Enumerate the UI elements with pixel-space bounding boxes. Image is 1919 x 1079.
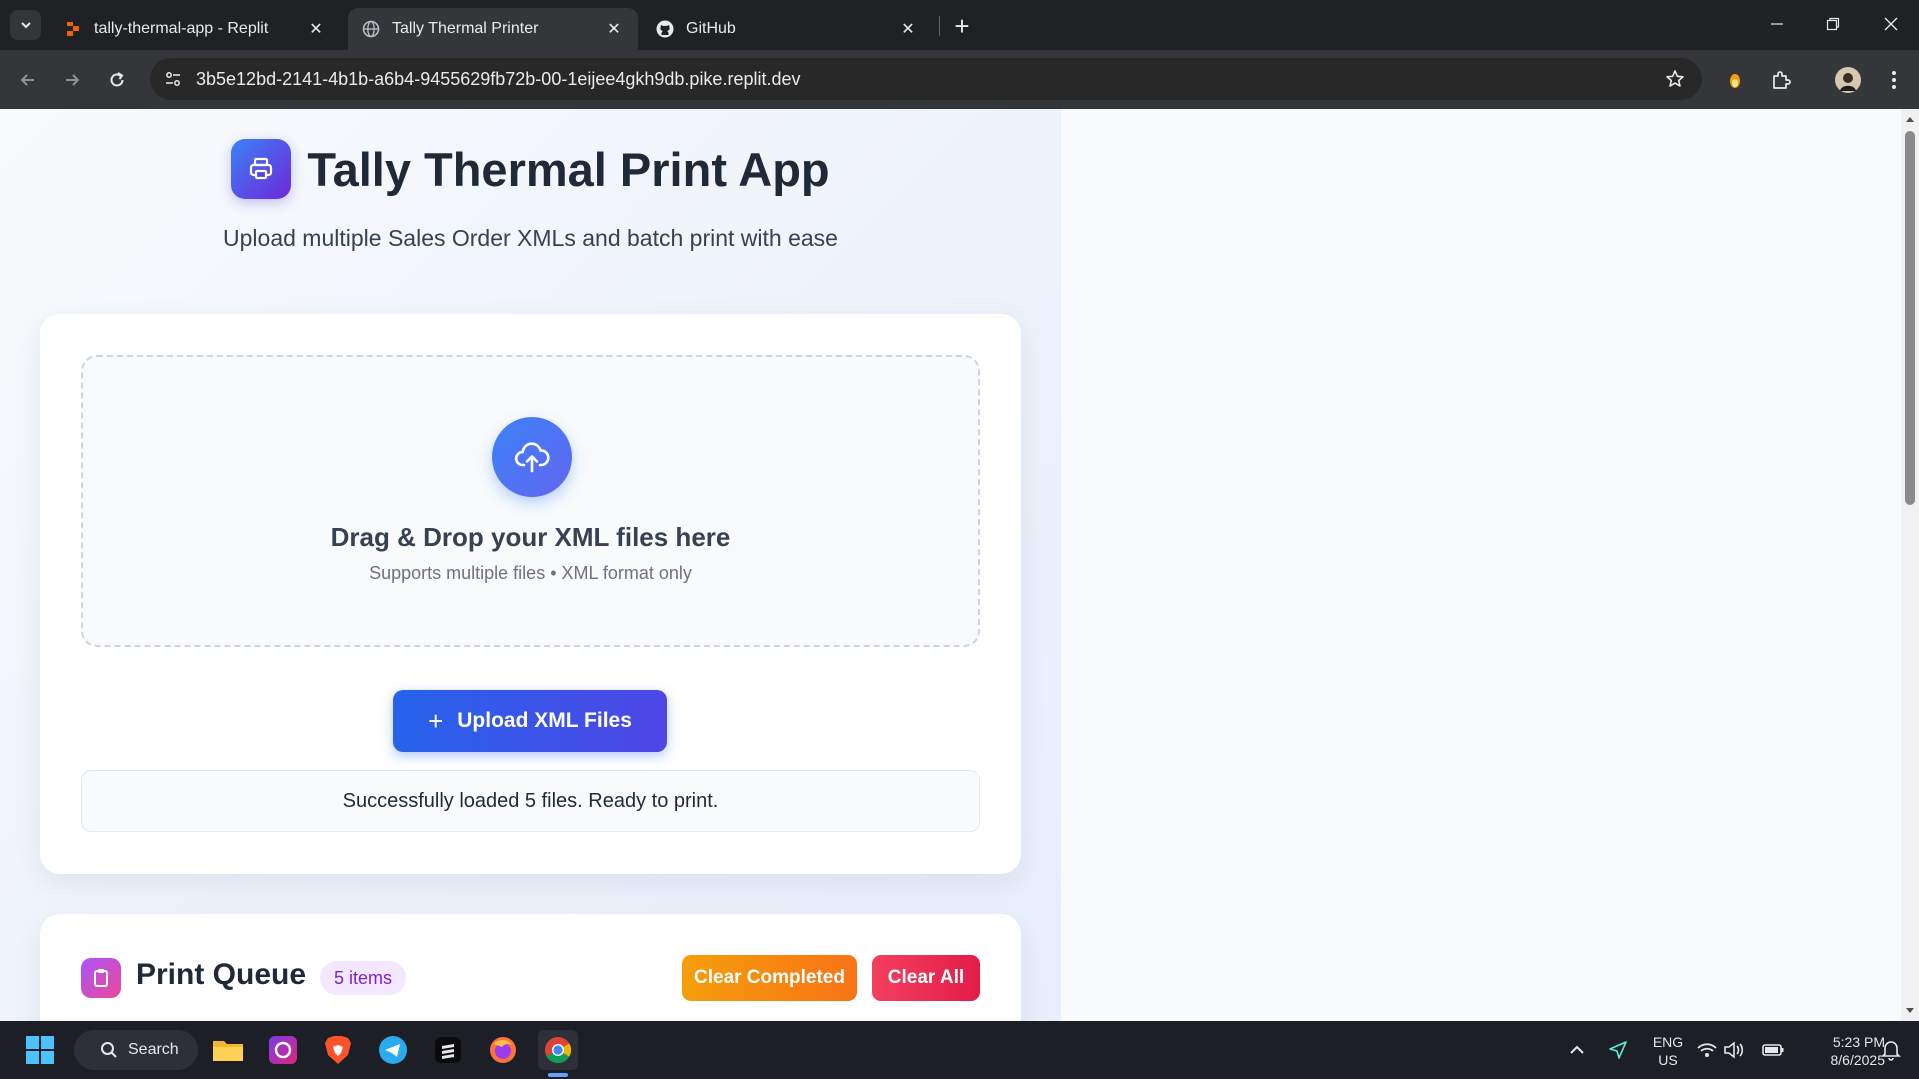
search-label: Search bbox=[128, 1041, 179, 1058]
globe-icon bbox=[362, 20, 380, 38]
browser-toolbar: 3b5e12bd-2141-4b1b-a6b4-9455629fb72b-00-… bbox=[0, 50, 1919, 109]
close-icon bbox=[1884, 17, 1898, 31]
bookmark-star-icon[interactable] bbox=[1662, 66, 1688, 92]
menu-kebab-icon[interactable] bbox=[1878, 64, 1910, 96]
new-tab-button[interactable]: + bbox=[948, 11, 976, 41]
clear-all-button[interactable]: Clear All bbox=[872, 955, 980, 1001]
extension-icon[interactable] bbox=[1719, 64, 1751, 96]
close-icon[interactable]: ✕ bbox=[306, 19, 326, 39]
file-dropzone[interactable]: Drag & Drop your XML files here Supports… bbox=[81, 355, 980, 647]
profile-avatar[interactable] bbox=[1832, 64, 1864, 96]
windows-start-icon[interactable] bbox=[20, 1030, 60, 1070]
firefox-icon[interactable] bbox=[483, 1030, 523, 1070]
chevron-down-icon bbox=[20, 22, 31, 29]
reload-icon bbox=[110, 72, 124, 87]
battery-icon[interactable] bbox=[1760, 1030, 1786, 1070]
status-message: Successfully loaded 5 files. Ready to pr… bbox=[81, 770, 980, 832]
active-app-indicator bbox=[548, 1073, 568, 1077]
tab-title: GitHub bbox=[686, 20, 736, 37]
language-code: ENG bbox=[1652, 1034, 1684, 1050]
close-icon[interactable]: ✕ bbox=[604, 19, 624, 39]
cli-app-icon[interactable] bbox=[428, 1030, 468, 1070]
minimize-button[interactable] bbox=[1754, 6, 1800, 42]
restore-button[interactable] bbox=[1810, 6, 1856, 42]
tab-tally-thermal-printer[interactable]: Tally Thermal Printer ✕ bbox=[348, 8, 638, 50]
brave-browser-icon[interactable] bbox=[318, 1030, 358, 1070]
chrome-icon[interactable] bbox=[538, 1030, 578, 1070]
queue-count-badge: 5 items bbox=[320, 961, 407, 995]
url-text[interactable]: 3b5e12bd-2141-4b1b-a6b4-9455629fb72b-00-… bbox=[196, 69, 801, 90]
page-subtitle: Upload multiple Sales Order XMLs and bat… bbox=[223, 225, 838, 251]
dropzone-subtitle: Supports multiple files • XML format onl… bbox=[369, 563, 692, 583]
tab-title: Tally Thermal Printer bbox=[392, 20, 539, 37]
system-clock[interactable]: 5:23 PM 8/6/2025 bbox=[1795, 1033, 1886, 1069]
clipboard-icon bbox=[81, 958, 121, 998]
page-viewport: Tally Thermal Print App Upload multiple … bbox=[0, 109, 1901, 1021]
minimize-icon bbox=[1771, 23, 1783, 25]
scroll-down-icon[interactable] bbox=[1905, 1006, 1915, 1016]
arrow-left-icon bbox=[20, 74, 34, 86]
page-scrollbar[interactable] bbox=[1901, 109, 1919, 1021]
tab-github[interactable]: GitHub ✕ bbox=[642, 8, 932, 50]
reload-button[interactable] bbox=[101, 64, 133, 96]
scrollbar-thumb[interactable] bbox=[1905, 131, 1915, 505]
file-explorer-icon[interactable] bbox=[208, 1030, 248, 1070]
back-button[interactable] bbox=[12, 64, 44, 96]
clock-time: 5:23 PM bbox=[1832, 1034, 1885, 1050]
replit-icon bbox=[64, 20, 82, 38]
print-queue-card: Print Queue 5 items Clear Completed Clea… bbox=[40, 914, 1021, 1021]
cloud-upload-icon bbox=[492, 417, 572, 497]
queue-title: Print Queue bbox=[136, 958, 307, 991]
restore-icon bbox=[1826, 17, 1840, 31]
upload-card: Drag & Drop your XML files here Supports… bbox=[40, 314, 1021, 874]
browser-tab-strip: tally-thermal-app - Replit ✕ Tally Therm… bbox=[0, 0, 1919, 50]
close-icon[interactable]: ✕ bbox=[898, 19, 918, 39]
clear-completed-button[interactable]: Clear Completed bbox=[682, 955, 857, 1001]
chevron-up-icon[interactable] bbox=[1557, 1030, 1597, 1070]
language-indicator[interactable]: ENG US bbox=[1646, 1033, 1690, 1069]
region-code: US bbox=[1658, 1052, 1678, 1068]
close-window-button[interactable] bbox=[1868, 6, 1914, 42]
volume-icon[interactable] bbox=[1721, 1030, 1747, 1070]
telegram-icon[interactable] bbox=[373, 1030, 413, 1070]
tab-separator bbox=[939, 16, 940, 36]
site-info-icon[interactable] bbox=[160, 66, 186, 92]
printer-logo-icon bbox=[231, 139, 292, 199]
tab-search-button[interactable] bbox=[10, 10, 41, 40]
wifi-icon[interactable] bbox=[1694, 1030, 1720, 1070]
tab-replit[interactable]: tally-thermal-app - Replit ✕ bbox=[50, 8, 340, 50]
plus-icon: + bbox=[428, 705, 444, 736]
page-title: Tally Thermal Print App bbox=[307, 142, 830, 196]
app-launcher-icon[interactable] bbox=[263, 1030, 303, 1070]
location-arrow-icon[interactable] bbox=[1598, 1030, 1638, 1070]
app-container: Tally Thermal Print App Upload multiple … bbox=[0, 109, 1061, 1021]
clock-date: 8/6/2025 bbox=[1830, 1052, 1886, 1068]
app-header: Tally Thermal Print App Upload multiple … bbox=[0, 139, 1061, 252]
notification-bell-icon[interactable] bbox=[1876, 1030, 1906, 1070]
search-icon bbox=[101, 1042, 117, 1058]
upload-button-label: Upload XML Files bbox=[457, 709, 632, 732]
forward-button[interactable] bbox=[56, 64, 88, 96]
taskbar-search[interactable]: Search bbox=[74, 1030, 198, 1070]
dropzone-title: Drag & Drop your XML files here bbox=[330, 522, 731, 552]
scroll-up-icon[interactable] bbox=[1905, 114, 1915, 124]
github-icon bbox=[656, 20, 674, 38]
arrow-right-icon bbox=[66, 74, 80, 86]
windows-taskbar: Search ENG US 5:23 PM 8/6/2025 bbox=[0, 1021, 1919, 1079]
extensions-puzzle-icon[interactable] bbox=[1765, 64, 1797, 96]
tab-title: tally-thermal-app - Replit bbox=[94, 20, 269, 37]
address-bar[interactable]: 3b5e12bd-2141-4b1b-a6b4-9455629fb72b-00-… bbox=[150, 58, 1702, 100]
upload-xml-button[interactable]: + Upload XML Files bbox=[393, 690, 667, 752]
